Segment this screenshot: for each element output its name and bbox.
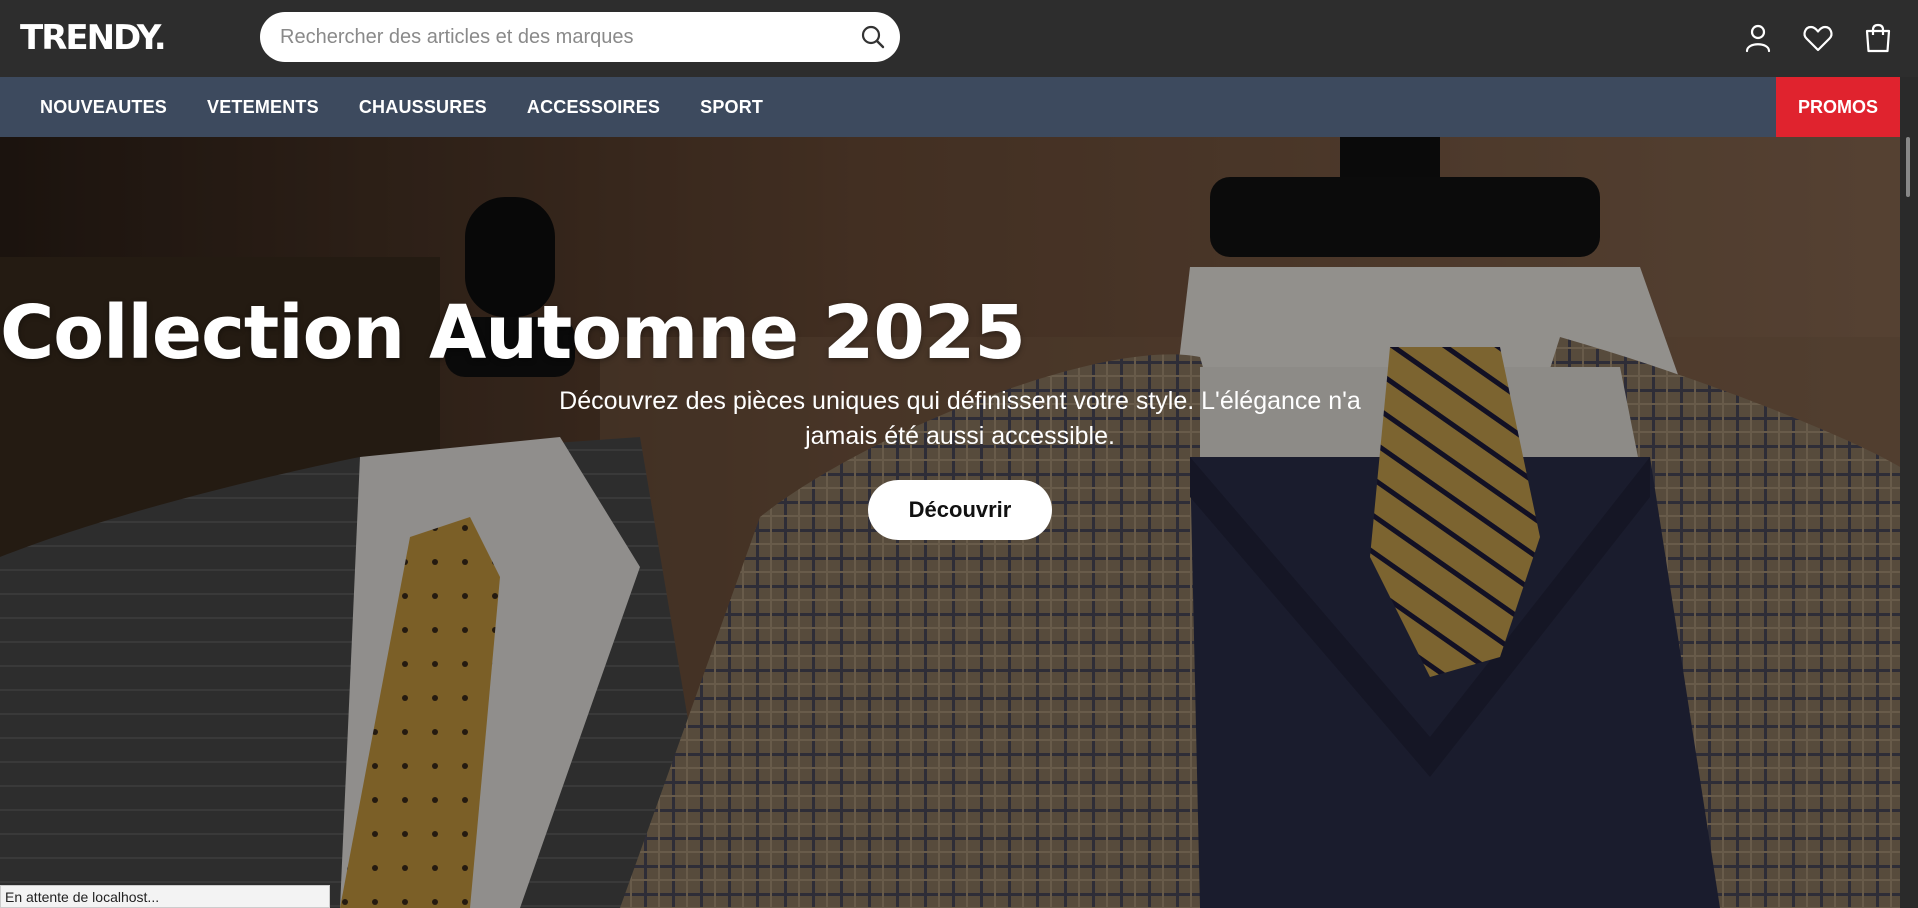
search-icon[interactable] — [858, 22, 888, 52]
search-input[interactable] — [280, 12, 840, 62]
nav-item-sport[interactable]: SPORT — [700, 97, 763, 118]
hero-title: Collection Automne 2025 — [0, 290, 1026, 376]
nav-item-chaussures[interactable]: CHAUSSURES — [359, 97, 487, 118]
browser-status-bar: En attente de localhost... — [0, 885, 330, 908]
header-actions — [1740, 18, 1896, 58]
top-header: TRENDY. — [0, 0, 1918, 77]
nav-item-accessoires[interactable]: ACCESSOIRES — [527, 97, 660, 118]
page-scrollbar[interactable] — [1900, 77, 1918, 908]
scrollbar-thumb[interactable] — [1906, 137, 1910, 197]
search-bar — [260, 12, 900, 62]
promo-button[interactable]: PROMOS — [1776, 77, 1900, 137]
nav-item-vetements[interactable]: VETEMENTS — [207, 97, 319, 118]
logo[interactable]: TRENDY. — [20, 18, 167, 58]
hero-subtitle: Découvrez des pièces uniques qui définis… — [559, 387, 1361, 450]
nav-item-nouveautes[interactable]: NOUVEAUTES — [40, 97, 167, 118]
heart-icon[interactable] — [1800, 20, 1836, 56]
shopping-bag-icon[interactable] — [1860, 20, 1896, 56]
discover-button[interactable]: Découvrir — [868, 480, 1052, 540]
user-icon[interactable] — [1740, 20, 1776, 56]
category-nav: NOUVEAUTES VETEMENTS CHAUSSURES ACCESSOI… — [0, 77, 1918, 137]
